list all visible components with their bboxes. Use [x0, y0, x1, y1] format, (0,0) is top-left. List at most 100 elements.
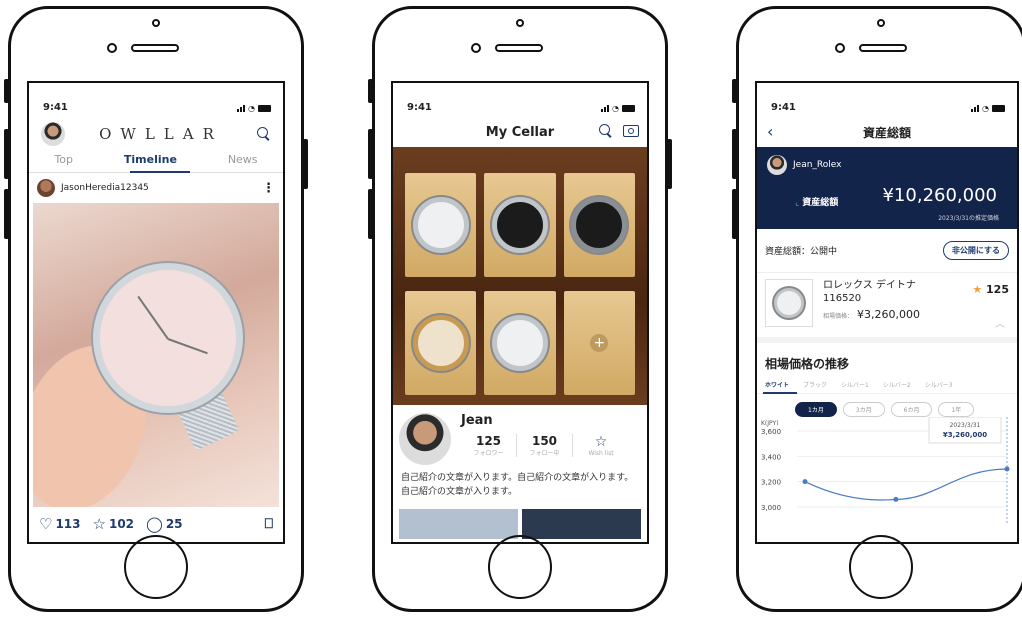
followers-stat[interactable]: 125 フォロワー	[461, 434, 517, 457]
post-photo[interactable]	[33, 203, 279, 507]
home-button[interactable]	[849, 535, 913, 599]
tab-silver3[interactable]: シルバー3	[925, 380, 953, 389]
battery-icon	[622, 105, 635, 112]
asset-amount: ¥10,260,000	[882, 185, 997, 206]
tooltip-date: 2023/3/31	[950, 422, 981, 429]
asset-label: 資産総額	[802, 198, 839, 208]
comment-button[interactable]: ◯ 25	[146, 515, 183, 533]
price-label: 相場価格：	[823, 313, 854, 320]
profile-name: Jean	[461, 413, 493, 428]
battery-icon	[992, 105, 1005, 112]
like-count: 113	[55, 517, 81, 531]
search-icon[interactable]	[599, 124, 613, 138]
screen-feed: 9:41 ◔ OWLLAR Top Timeline News JasonHer…	[27, 81, 285, 544]
post-username[interactable]: JasonHeredia12345	[61, 183, 149, 193]
battery-icon	[258, 105, 271, 112]
data-point[interactable]	[802, 479, 808, 485]
asset-date-note: 2023/3/31の推定価格	[938, 215, 999, 222]
thumbnail[interactable]	[399, 509, 518, 539]
chevron-up-icon[interactable]: ︿	[995, 315, 1005, 330]
y-tick-label: 3,600	[761, 428, 781, 436]
avatar	[767, 155, 787, 175]
period-selector: 1カ月 3カ月 6カ月 1年	[757, 394, 1017, 417]
username: Jean_Rolex	[793, 160, 842, 170]
phone-cellar: 9:41 ◔ My Cellar + Jean 125 フォロワー 150 フォロー…	[368, 6, 672, 612]
screen-assets: 9:41 ◔ ‹ 資産総額 Jean_Rolex ⌞ 資産総額 ¥10,260,0…	[755, 81, 1019, 544]
status-time: 9:41	[407, 102, 432, 113]
price-chart-svg: K(JPY)3,600 3,400 3,200 3,000 2023/3/31 ¥3,26…	[761, 416, 1010, 525]
phone-feed: 9:41 ◔ OWLLAR Top Timeline News JasonHer…	[4, 6, 308, 612]
color-tabs: ホワイト ブラック シルバー1 シルバー2 シルバー3	[757, 376, 1017, 394]
y-tick-label: 3,000	[761, 504, 781, 512]
chart-section-title: 相場価格の推移	[765, 357, 850, 371]
cellar-slot[interactable]	[405, 291, 477, 395]
cellar-slot[interactable]	[405, 173, 477, 277]
star-icon: ★	[972, 283, 983, 296]
tab-black[interactable]: ブラック	[803, 380, 827, 389]
feed-tabs: Top Timeline News	[29, 147, 283, 173]
y-tick-label: 3,400	[761, 453, 781, 461]
chart-icon: ⌞	[795, 198, 800, 208]
camera	[152, 19, 160, 27]
home-button[interactable]	[488, 535, 552, 599]
period-6m[interactable]: 6カ月	[890, 402, 933, 417]
comment-icon: ◯	[146, 515, 163, 533]
data-point[interactable]	[893, 496, 899, 502]
screen-cellar: 9:41 ◔ My Cellar + Jean 125 フォロワー 150 フォロー…	[391, 81, 649, 544]
watch-image	[93, 263, 243, 413]
wishlist-button[interactable]: ☆ Wish list	[573, 434, 629, 457]
tab-silver2[interactable]: シルバー2	[883, 380, 911, 389]
bookmark-icon[interactable]: ⎕	[265, 516, 273, 532]
back-icon[interactable]: ‹	[767, 122, 773, 141]
cellar-slot[interactable]	[484, 173, 556, 277]
status-bar: 9:41 ◔	[29, 83, 283, 117]
star-button[interactable]: ☆ 102	[93, 515, 135, 533]
tab-timeline[interactable]: Timeline	[124, 153, 177, 166]
data-point[interactable]	[1004, 466, 1010, 472]
status-time: 9:41	[771, 102, 796, 113]
comment-count: 25	[165, 517, 183, 531]
avatar[interactable]	[41, 122, 65, 146]
camera-icon[interactable]	[623, 125, 639, 137]
tab-silver1[interactable]: シルバー1	[841, 380, 869, 389]
tab-white[interactable]: ホワイト	[765, 380, 789, 389]
wifi-icon: ◔	[612, 104, 619, 113]
holding-thumbnail	[765, 279, 813, 327]
add-slot-button[interactable]: +	[563, 291, 635, 395]
holding-price: ¥3,260,000	[857, 308, 920, 321]
page-title: My Cellar	[485, 124, 555, 140]
cellar-slot[interactable]	[484, 291, 556, 395]
tab-news[interactable]: News	[228, 153, 258, 166]
tab-top[interactable]: Top	[54, 153, 73, 166]
holding-ref: 116520	[823, 293, 862, 304]
holding-item[interactable]: ロレックス デイトナ 116520 相場価格： ¥3,260,000 ★ 125 …	[757, 273, 1017, 343]
more-icon[interactable]: ⋮	[262, 181, 275, 196]
search-icon[interactable]	[256, 127, 271, 141]
home-button[interactable]	[124, 535, 188, 599]
following-stat[interactable]: 150 フォロー中	[517, 434, 573, 457]
profile-avatar	[399, 413, 451, 465]
make-private-button[interactable]: 非公開にする	[942, 241, 1009, 260]
like-button[interactable]: ♡ 113	[39, 515, 81, 533]
heart-icon: ♡	[39, 515, 53, 533]
tooltip	[928, 416, 1002, 444]
post-header: JasonHeredia12345 ⋮	[29, 173, 283, 203]
phone-assets: 9:41 ◔ ‹ 資産総額 Jean_Rolex ⌞ 資産総額 ¥10,260,0…	[732, 6, 1022, 612]
thumbnail[interactable]	[522, 509, 641, 539]
period-3m[interactable]: 3カ月	[842, 402, 885, 417]
price-chart: K(JPY) 3,600 3,400 3,200 3,000 2023/3/31 ¥3,26…	[757, 416, 1017, 525]
profile-bio: 自己紹介の文章が入ります。自己紹介の文章が入ります。自己紹介の文章が入ります。	[401, 473, 634, 497]
cellar-slot[interactable]	[563, 173, 635, 277]
post-avatar[interactable]	[37, 179, 55, 197]
public-status: 資産総額：公開中	[765, 247, 838, 257]
y-tick-label: 3,200	[761, 479, 781, 487]
wifi-icon: ◔	[248, 104, 255, 113]
y-axis-label: K(JPY)	[761, 420, 779, 427]
star-icon: ☆	[92, 515, 106, 533]
period-1m[interactable]: 1カ月	[795, 402, 837, 417]
tooltip-price: ¥3,260,000	[943, 431, 987, 439]
star-count: 102	[108, 517, 135, 531]
period-1y[interactable]: 1年	[938, 402, 975, 417]
app-logo: OWLLAR	[99, 125, 223, 143]
watch-case: +	[393, 147, 647, 405]
